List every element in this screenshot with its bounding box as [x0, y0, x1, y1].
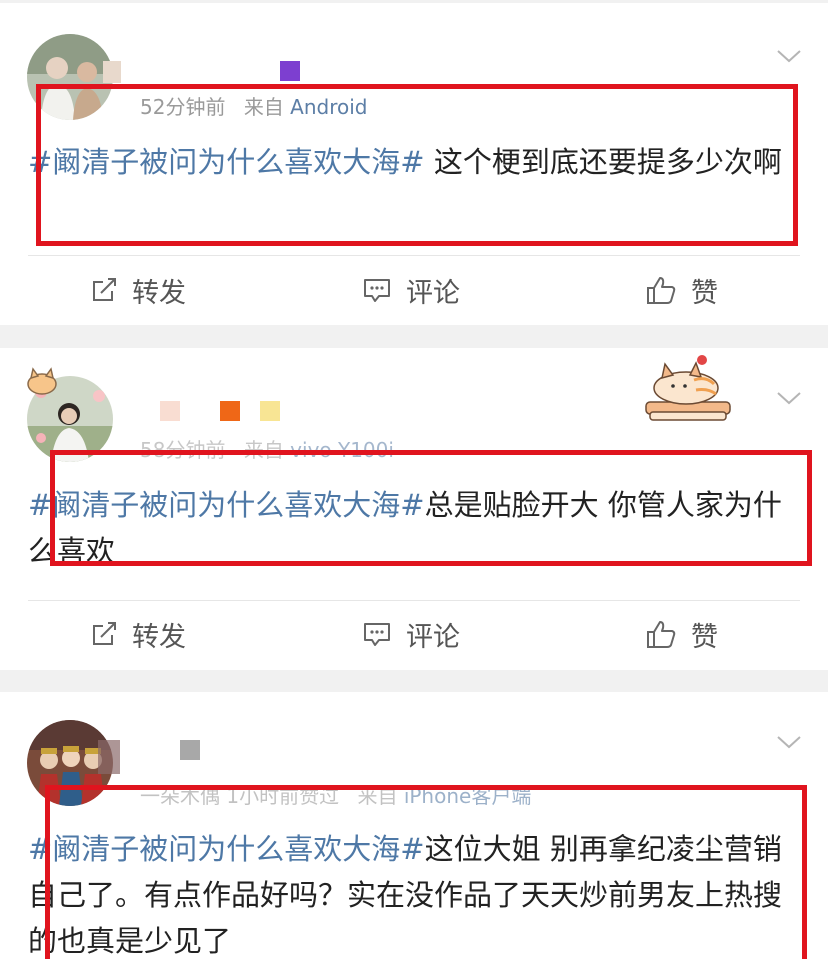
like-button[interactable]: 赞 — [645, 604, 718, 664]
chevron-down-icon[interactable] — [776, 734, 802, 750]
blurred-name-fragment — [103, 61, 121, 83]
post-card: 58分钟前 来自 vivo Y100i #阚清子被问为什么喜欢大海#总是贴脸开大… — [0, 348, 828, 670]
username-badge — [160, 401, 180, 421]
post-body: 这个梗到底还要提多少次啊 — [424, 145, 782, 179]
source-label: 来自 — [243, 95, 284, 119]
like-icon — [647, 621, 676, 648]
like-label: 赞 — [691, 277, 718, 309]
post-card: 一朵木偶 1小时前赞过 来自 iPhone客户端 #阚清子被问为什么喜欢大海#这… — [0, 692, 828, 959]
divider — [28, 600, 800, 601]
username-badge — [220, 401, 240, 421]
repost-button[interactable]: 转发 — [90, 260, 186, 320]
username-badge — [280, 61, 300, 81]
like-label: 赞 — [691, 621, 718, 653]
post-card: 52分钟前 来自 Android #阚清子被问为什么喜欢大海# 这个梗到底还要提… — [0, 3, 828, 325]
action-bar: 转发 评论 赞 — [0, 260, 828, 320]
divider — [28, 255, 800, 256]
repost-label: 转发 — [132, 277, 186, 309]
chevron-down-icon[interactable] — [776, 48, 802, 64]
post-meta: 52分钟前 来自 Android — [140, 91, 368, 120]
repost-icon — [93, 278, 116, 301]
repost-button[interactable]: 转发 — [90, 604, 186, 664]
comment-icon — [364, 279, 390, 302]
source-label: 来自 — [357, 784, 398, 808]
username-badge — [180, 740, 200, 760]
cat-card-decoration-icon — [640, 350, 736, 428]
post-meta: 58分钟前 来自 vivo Y100i — [140, 434, 394, 463]
repost-icon — [93, 622, 116, 645]
chevron-down-icon[interactable] — [776, 390, 802, 406]
post-source[interactable]: iPhone客户端 — [404, 784, 532, 808]
like-button[interactable]: 赞 — [645, 260, 718, 320]
post-text: #阚清子被问为什么喜欢大海#这位大姐 别再拿纪凌尘营销自己了。有点作品好吗？实在… — [28, 826, 798, 959]
blurred-name-fragment — [98, 740, 120, 774]
comment-button[interactable]: 评论 — [362, 260, 460, 320]
post-text: #阚清子被问为什么喜欢大海#总是贴脸开大 你管人家为什么喜欢 — [28, 482, 798, 574]
repost-label: 转发 — [132, 621, 186, 653]
post-meta: 一朵木偶 1小时前赞过 来自 iPhone客户端 — [140, 780, 531, 809]
topic-link[interactable]: #阚清子被问为什么喜欢大海# — [28, 832, 425, 866]
cat-sticker-icon — [22, 366, 62, 396]
comment-label: 评论 — [406, 621, 460, 653]
post-time: 52分钟前 — [140, 95, 226, 119]
topic-link[interactable]: #阚清子被问为什么喜欢大海# — [28, 145, 425, 179]
comment-button[interactable]: 评论 — [362, 604, 460, 664]
avatar[interactable] — [27, 34, 113, 120]
post-time: 一朵木偶 1小时前赞过 — [140, 784, 340, 808]
post-source[interactable]: Android — [290, 95, 367, 119]
post-time: 58分钟前 — [140, 438, 226, 462]
post-text: #阚清子被问为什么喜欢大海# 这个梗到底还要提多少次啊 — [28, 139, 798, 185]
topic-link[interactable]: #阚清子被问为什么喜欢大海# — [28, 488, 425, 522]
username-badge — [260, 401, 280, 421]
comment-label: 评论 — [406, 277, 460, 309]
source-label: 来自 — [243, 438, 284, 462]
like-icon — [647, 277, 676, 304]
action-bar: 转发 评论 赞 — [0, 604, 828, 664]
post-source[interactable]: vivo Y100i — [290, 438, 394, 462]
comment-icon — [364, 623, 390, 646]
